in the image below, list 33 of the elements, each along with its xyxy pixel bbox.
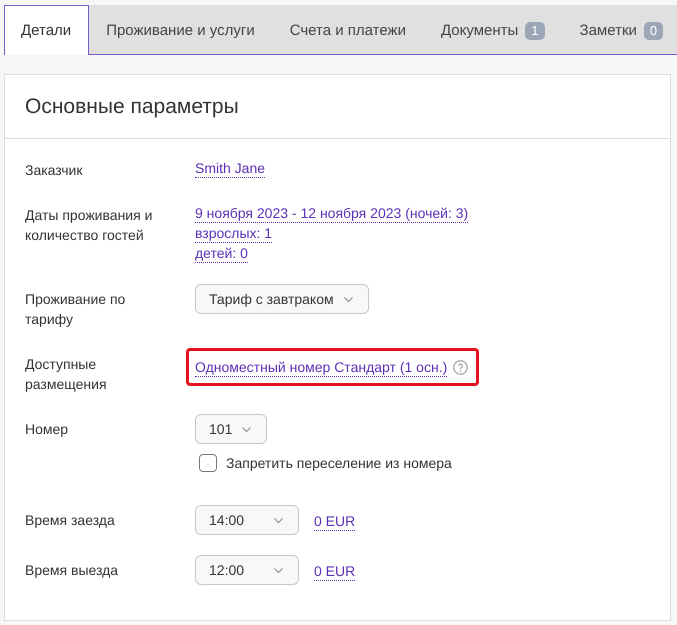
select-dropdown[interactable]: 14:00 (195, 505, 299, 535)
field-label: Время заезда (25, 511, 116, 530)
field-label: Доступные размещения (25, 355, 108, 394)
checkbox[interactable] (199, 454, 217, 472)
chevron-down-icon (274, 518, 283, 522)
chevron-down-icon (242, 426, 252, 432)
tab[interactable]: Детали (4, 5, 90, 55)
chevron-down-icon (344, 296, 353, 302)
value-link[interactable]: Smith Jane (195, 159, 266, 178)
field-label: Время выезда (25, 561, 120, 580)
select-dropdown[interactable]: Тариф с завтраком (195, 284, 369, 314)
tab[interactable]: Заметки 0 (562, 5, 677, 55)
chevron-down-icon (274, 568, 283, 572)
select-dropdown[interactable]: 101 (195, 414, 268, 444)
tab[interactable]: Счета и платежи (272, 5, 424, 55)
price-link[interactable]: 0 EUR (314, 512, 356, 530)
panel-title: Основные параметры (25, 94, 239, 118)
help-icon[interactable] (453, 360, 468, 374)
value-link[interactable]: Одноместный номер Стандарт (1 осн.) (195, 358, 448, 377)
field-label: Даты проживания и количество гостей (25, 206, 154, 245)
value-link[interactable]: детей: 0 (195, 244, 248, 263)
count-badge: 1 (525, 22, 545, 40)
select-dropdown[interactable]: 12:00 (195, 555, 299, 585)
tab[interactable]: Документы 1 (424, 5, 563, 55)
value-link[interactable]: 9 ноября 2023 - 12 ноября 2023 (ночей: 3) (195, 204, 468, 223)
price-link[interactable]: 0 EUR (314, 562, 356, 580)
checkbox-label[interactable]: Запретить переселение из номера (226, 455, 452, 471)
value-link[interactable]: взрослых: 1 (195, 224, 272, 243)
count-badge: 0 (644, 22, 664, 40)
field-label: Заказчик (25, 161, 84, 180)
field-label: Номер (25, 420, 70, 439)
field-label: Проживание по тарифу (25, 290, 126, 329)
tab[interactable]: Проживание и услуги (89, 5, 273, 55)
